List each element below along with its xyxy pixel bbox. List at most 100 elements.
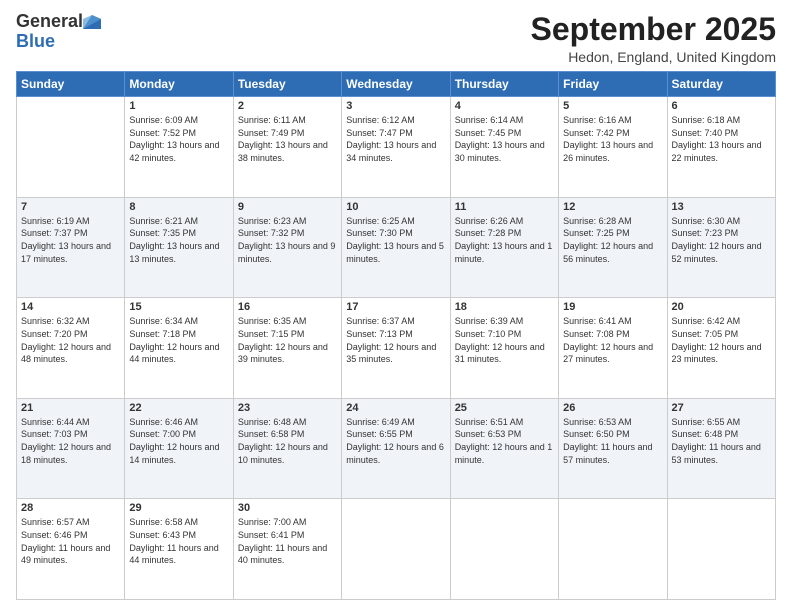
- day-info: Sunrise: 6:21 AMSunset: 7:35 PMDaylight:…: [129, 215, 228, 265]
- day-info: Sunrise: 7:00 AMSunset: 6:41 PMDaylight:…: [238, 516, 337, 566]
- logo: General Blue: [16, 12, 101, 52]
- calendar-header-row: Sunday Monday Tuesday Wednesday Thursday…: [17, 72, 776, 97]
- table-row: 3 Sunrise: 6:12 AMSunset: 7:47 PMDaylight…: [342, 97, 450, 198]
- day-info: Sunrise: 6:28 AMSunset: 7:25 PMDaylight:…: [563, 215, 662, 265]
- table-row: 1 Sunrise: 6:09 AMSunset: 7:52 PMDaylight…: [125, 97, 233, 198]
- day-info: Sunrise: 6:30 AMSunset: 7:23 PMDaylight:…: [672, 215, 771, 265]
- day-info: Sunrise: 6:46 AMSunset: 7:00 PMDaylight:…: [129, 416, 228, 466]
- day-number: 10: [346, 201, 445, 213]
- day-number: 19: [563, 301, 662, 313]
- header: General Blue September 2025 Hedon, Engla…: [16, 12, 776, 65]
- day-number: 11: [455, 201, 554, 213]
- day-number: 26: [563, 402, 662, 414]
- calendar-week-row: 28 Sunrise: 6:57 AMSunset: 6:46 PMDayligh…: [17, 499, 776, 600]
- day-info: Sunrise: 6:37 AMSunset: 7:13 PMDaylight:…: [346, 315, 445, 365]
- day-info: Sunrise: 6:14 AMSunset: 7:45 PMDaylight:…: [455, 114, 554, 164]
- table-row: 4 Sunrise: 6:14 AMSunset: 7:45 PMDaylight…: [450, 97, 558, 198]
- day-info: Sunrise: 6:26 AMSunset: 7:28 PMDaylight:…: [455, 215, 554, 265]
- day-number: 3: [346, 100, 445, 112]
- day-info: Sunrise: 6:35 AMSunset: 7:15 PMDaylight:…: [238, 315, 337, 365]
- table-row: [450, 499, 558, 600]
- calendar-week-row: 1 Sunrise: 6:09 AMSunset: 7:52 PMDaylight…: [17, 97, 776, 198]
- day-number: 30: [238, 502, 337, 514]
- table-row: 15Sunrise: 6:34 AMSunset: 7:18 PMDayligh…: [125, 298, 233, 399]
- day-number: 14: [21, 301, 120, 313]
- day-info: Sunrise: 6:49 AMSunset: 6:55 PMDaylight:…: [346, 416, 445, 466]
- table-row: [559, 499, 667, 600]
- day-number: 4: [455, 100, 554, 112]
- day-info: Sunrise: 6:12 AMSunset: 7:47 PMDaylight:…: [346, 114, 445, 164]
- col-tuesday: Tuesday: [233, 72, 341, 97]
- day-info: Sunrise: 6:55 AMSunset: 6:48 PMDaylight:…: [672, 416, 771, 466]
- table-row: 14 Sunrise: 6:32 AMSunset: 7:20 PMDayligh…: [17, 298, 125, 399]
- day-number: 24: [346, 402, 445, 414]
- table-row: 12 Sunrise: 6:28 AMSunset: 7:25 PMDayligh…: [559, 197, 667, 298]
- table-row: 17Sunrise: 6:37 AMSunset: 7:13 PMDayligh…: [342, 298, 450, 399]
- day-number: 16: [238, 301, 337, 313]
- day-info: Sunrise: 6:19 AMSunset: 7:37 PMDaylight:…: [21, 215, 120, 265]
- day-info: Sunrise: 6:39 AMSunset: 7:10 PMDaylight:…: [455, 315, 554, 365]
- day-info: Sunrise: 6:57 AMSunset: 6:46 PMDaylight:…: [21, 516, 120, 566]
- day-info: Sunrise: 6:42 AMSunset: 7:05 PMDaylight:…: [672, 315, 771, 365]
- day-number: 2: [238, 100, 337, 112]
- day-number: 9: [238, 201, 337, 213]
- logo-general-text: General: [16, 12, 83, 32]
- table-row: 21Sunrise: 6:44 AMSunset: 7:03 PMDayligh…: [17, 398, 125, 499]
- day-number: 13: [672, 201, 771, 213]
- table-row: 22 Sunrise: 6:46 AMSunset: 7:00 PMDayligh…: [125, 398, 233, 499]
- day-info: Sunrise: 6:09 AMSunset: 7:52 PMDaylight:…: [129, 114, 228, 164]
- day-number: 18: [455, 301, 554, 313]
- day-number: 8: [129, 201, 228, 213]
- table-row: 9 Sunrise: 6:23 AMSunset: 7:32 PMDaylight…: [233, 197, 341, 298]
- day-number: 1: [129, 100, 228, 112]
- title-block: September 2025 Hedon, England, United Ki…: [531, 12, 776, 65]
- day-number: 15: [129, 301, 228, 313]
- table-row: 16 Sunrise: 6:35 AMSunset: 7:15 PMDayligh…: [233, 298, 341, 399]
- table-row: 24 Sunrise: 6:49 AMSunset: 6:55 PMDayligh…: [342, 398, 450, 499]
- day-number: 29: [129, 502, 228, 514]
- col-friday: Friday: [559, 72, 667, 97]
- table-row: 5 Sunrise: 6:16 AMSunset: 7:42 PMDaylight…: [559, 97, 667, 198]
- day-info: Sunrise: 6:11 AMSunset: 7:49 PMDaylight:…: [238, 114, 337, 164]
- day-info: Sunrise: 6:16 AMSunset: 7:42 PMDaylight:…: [563, 114, 662, 164]
- calendar-week-row: 14 Sunrise: 6:32 AMSunset: 7:20 PMDayligh…: [17, 298, 776, 399]
- logo-blue-text: Blue: [16, 32, 55, 52]
- calendar-week-row: 21Sunrise: 6:44 AMSunset: 7:03 PMDayligh…: [17, 398, 776, 499]
- table-row: [342, 499, 450, 600]
- table-row: 26 Sunrise: 6:53 AMSunset: 6:50 PMDayligh…: [559, 398, 667, 499]
- table-row: 10 Sunrise: 6:25 AMSunset: 7:30 PMDayligh…: [342, 197, 450, 298]
- table-row: [667, 499, 775, 600]
- day-number: 28: [21, 502, 120, 514]
- day-info: Sunrise: 6:23 AMSunset: 7:32 PMDaylight:…: [238, 215, 337, 265]
- title-month: September 2025: [531, 12, 776, 47]
- day-number: 7: [21, 201, 120, 213]
- table-row: 19 Sunrise: 6:41 AMSunset: 7:08 PMDayligh…: [559, 298, 667, 399]
- table-row: 30 Sunrise: 7:00 AMSunset: 6:41 PMDayligh…: [233, 499, 341, 600]
- table-row: 20Sunrise: 6:42 AMSunset: 7:05 PMDayligh…: [667, 298, 775, 399]
- table-row: 8 Sunrise: 6:21 AMSunset: 7:35 PMDaylight…: [125, 197, 233, 298]
- day-info: Sunrise: 6:53 AMSunset: 6:50 PMDaylight:…: [563, 416, 662, 466]
- day-number: 21: [21, 402, 120, 414]
- day-number: 27: [672, 402, 771, 414]
- table-row: 6Sunrise: 6:18 AMSunset: 7:40 PMDaylight…: [667, 97, 775, 198]
- day-info: Sunrise: 6:58 AMSunset: 6:43 PMDaylight:…: [129, 516, 228, 566]
- col-sunday: Sunday: [17, 72, 125, 97]
- page: General Blue September 2025 Hedon, Engla…: [0, 0, 792, 612]
- day-number: 22: [129, 402, 228, 414]
- day-info: Sunrise: 6:32 AMSunset: 7:20 PMDaylight:…: [21, 315, 120, 365]
- calendar-week-row: 7 Sunrise: 6:19 AMSunset: 7:37 PMDaylight…: [17, 197, 776, 298]
- table-row: 11 Sunrise: 6:26 AMSunset: 7:28 PMDayligh…: [450, 197, 558, 298]
- table-row: 7 Sunrise: 6:19 AMSunset: 7:37 PMDaylight…: [17, 197, 125, 298]
- day-number: 12: [563, 201, 662, 213]
- day-number: 23: [238, 402, 337, 414]
- table-row: 28 Sunrise: 6:57 AMSunset: 6:46 PMDayligh…: [17, 499, 125, 600]
- day-number: 5: [563, 100, 662, 112]
- table-row: 25Sunrise: 6:51 AMSunset: 6:53 PMDayligh…: [450, 398, 558, 499]
- day-info: Sunrise: 6:41 AMSunset: 7:08 PMDaylight:…: [563, 315, 662, 365]
- table-row: [17, 97, 125, 198]
- table-row: 27 Sunrise: 6:55 AMSunset: 6:48 PMDayligh…: [667, 398, 775, 499]
- day-info: Sunrise: 6:25 AMSunset: 7:30 PMDaylight:…: [346, 215, 445, 265]
- day-info: Sunrise: 6:51 AMSunset: 6:53 PMDaylight:…: [455, 416, 554, 466]
- table-row: 29 Sunrise: 6:58 AMSunset: 6:43 PMDayligh…: [125, 499, 233, 600]
- col-thursday: Thursday: [450, 72, 558, 97]
